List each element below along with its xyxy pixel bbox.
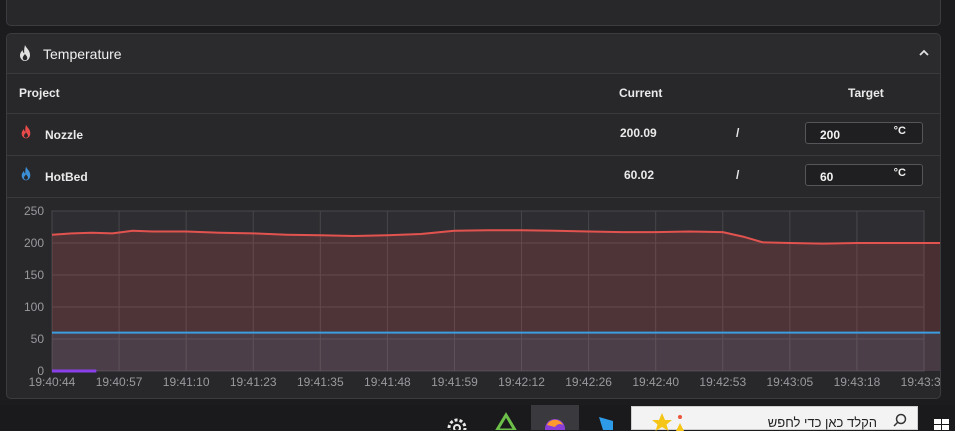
x-tick-label: 19:40:44 [29, 375, 76, 389]
row-name: HotBed [45, 170, 88, 184]
header-project: Project [19, 86, 60, 100]
panel-header[interactable]: Temperature [7, 34, 940, 74]
flame-icon [20, 45, 30, 61]
table-row-nozzle: Nozzle 200.09 / 200 °C [7, 114, 940, 156]
table-row-hotbed: HotBed 60.02 / 60 °C [7, 156, 940, 198]
y-tick-label: 200 [24, 236, 44, 250]
target-value: 200 [820, 128, 841, 142]
taskbar-search[interactable]: הקלד כאן כדי לחפש [631, 406, 918, 431]
app-triangle-icon[interactable] [494, 405, 518, 430]
x-tick-label: 19:41:23 [230, 375, 277, 389]
chart-svg: 05010015020025019:40:44 19:40:57 19:41:10 1… [24, 204, 940, 389]
x-tick-label: 19:40:57 [96, 375, 143, 389]
series-area [52, 332, 940, 371]
target-input[interactable]: 60 °C [805, 164, 923, 186]
row-name: Nozzle [45, 128, 84, 142]
previous-panel [6, 0, 941, 26]
firefox-icon [545, 419, 565, 430]
x-tick-label: 19:41:10 [163, 375, 210, 389]
x-tick-label: 19:43:18 [834, 375, 881, 389]
current-value: 200.09 [620, 126, 657, 140]
chevron-up-icon[interactable] [917, 46, 931, 60]
y-tick-label: 150 [24, 268, 44, 282]
x-tick-label: 19:41:48 [364, 375, 411, 389]
table-header: Project Current Target [7, 74, 940, 114]
x-tick-label: 19:43:05 [766, 375, 813, 389]
separator: / [736, 168, 740, 182]
y-tick-label: 50 [31, 332, 45, 346]
header-current: Current [619, 86, 663, 100]
unit-label: °C [893, 125, 906, 137]
temperature-chart: 0 50 100 150 200 250 19:40:44 19:40:57 19:41:10 1… [7, 199, 940, 398]
y-tick-label: 250 [24, 204, 44, 218]
unit-label: °C [893, 167, 906, 179]
windows-start-icon[interactable] [933, 418, 951, 430]
target-value: 60 [820, 170, 834, 184]
x-tick-label: 19:42:53 [699, 375, 746, 389]
settings-icon[interactable] [444, 405, 470, 430]
x-tick-label: 19:43:31 [901, 375, 940, 389]
star-icon [652, 413, 684, 431]
flame-icon [21, 166, 31, 181]
separator: / [736, 126, 740, 140]
panel-title: Temperature [43, 46, 122, 62]
target-input[interactable]: 200 °C [805, 122, 923, 144]
header-target: Target [848, 86, 884, 100]
firefox-button[interactable] [531, 405, 579, 430]
flame-icon [21, 124, 31, 139]
x-tick-label: 19:41:59 [431, 375, 478, 389]
app-blue-icon[interactable] [594, 405, 618, 430]
search-icon [893, 413, 907, 427]
x-tick-label: 19:42:26 [565, 375, 612, 389]
y-tick-label: 100 [24, 300, 44, 314]
x-tick-label: 19:42:40 [632, 375, 679, 389]
x-tick-label: 19:42:12 [498, 375, 545, 389]
x-tick-label: 19:41:35 [297, 375, 344, 389]
search-placeholder: הקלד כאן כדי לחפש [767, 415, 877, 430]
temperature-panel: Temperature Project Current Target Nozzl… [6, 33, 941, 399]
current-value: 60.02 [624, 168, 655, 182]
